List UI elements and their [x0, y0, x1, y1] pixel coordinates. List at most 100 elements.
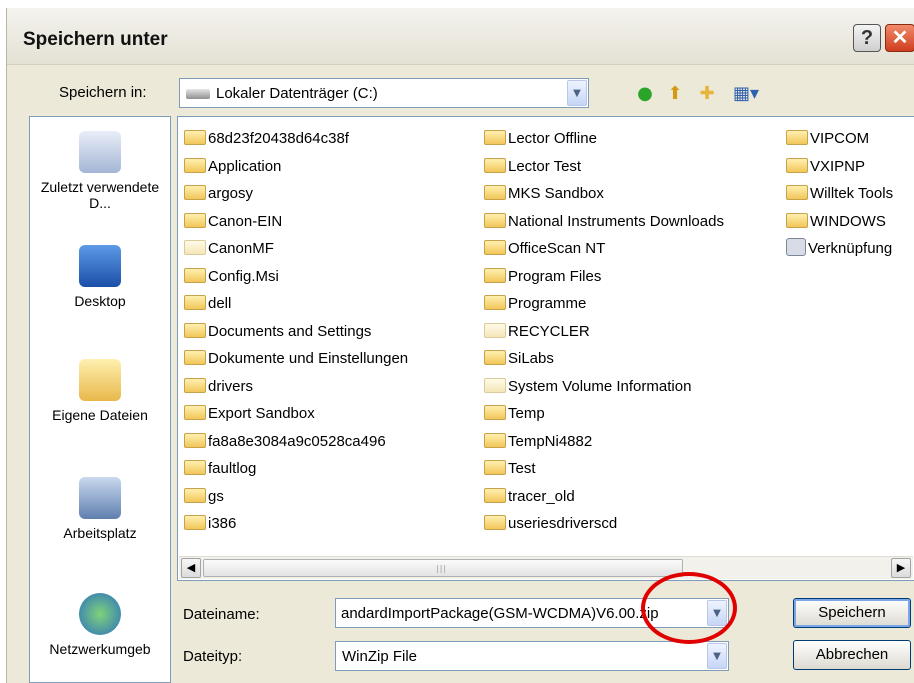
folder-icon — [184, 267, 206, 283]
list-item[interactable]: Dokumente und Einstellungen — [184, 345, 408, 373]
folder-icon — [484, 185, 506, 200]
scroll-right-icon[interactable]: ▶ — [891, 558, 911, 578]
list-item[interactable]: 68d23f20438d64c38f — [184, 125, 408, 153]
list-item[interactable]: Application — [184, 153, 408, 181]
list-item[interactable]: Verknüpfung — [786, 235, 893, 263]
shortcut-icon — [786, 238, 806, 256]
place-label: Zuletzt verwendete D... — [40, 179, 160, 211]
folder-icon — [484, 212, 506, 228]
list-item[interactable]: Program Files — [484, 263, 724, 291]
list-item[interactable]: gs — [184, 483, 408, 511]
save-as-dialog: Speichern unter ? ✕ Speichern in: Lokale… — [6, 8, 914, 683]
list-item[interactable]: Programme — [484, 290, 724, 318]
list-item[interactable]: tracer_old — [484, 483, 724, 511]
folder-icon — [184, 432, 206, 448]
new-folder-icon[interactable]: ✚ — [695, 82, 719, 106]
folder-icon — [184, 185, 206, 200]
folder-icon — [786, 212, 808, 228]
back-icon[interactable]: ● — [633, 82, 657, 106]
save-button[interactable]: Speichern — [793, 598, 911, 628]
list-item[interactable]: Lector Offline — [484, 125, 724, 153]
place-network[interactable]: Netzwerkumgeb — [30, 593, 170, 657]
list-item[interactable]: National Instruments Downloads — [484, 208, 724, 236]
folder-icon — [786, 130, 808, 145]
list-item[interactable]: Willtek Tools — [786, 180, 893, 208]
list-item[interactable]: Temp — [484, 400, 724, 428]
view-menu-icon[interactable]: ▦▾ — [729, 82, 763, 106]
list-item[interactable]: i386 — [184, 510, 408, 538]
save-in-label: Speichern in: — [59, 84, 147, 101]
folder-icon — [484, 432, 506, 448]
folder-icon — [184, 157, 206, 173]
file-list[interactable]: 68d23f20438d64c38f Application argosy Ca… — [177, 116, 914, 581]
horizontal-scrollbar[interactable]: ◀ ||| ▶ — [179, 556, 913, 579]
list-item[interactable]: Lector Test — [484, 153, 724, 181]
list-item[interactable]: System Volume Information — [484, 373, 724, 401]
list-item[interactable]: Config.Msi — [184, 263, 408, 291]
folder-icon — [184, 212, 206, 228]
up-folder-icon[interactable]: ⬆ — [663, 82, 687, 106]
list-item[interactable]: useriesdriverscd — [484, 510, 724, 538]
place-label: Netzwerkumgeb — [49, 641, 151, 657]
save-in-value: Lokaler Datenträger (C:) — [216, 85, 378, 102]
place-my-computer[interactable]: Arbeitsplatz — [30, 477, 170, 541]
folder-icon — [184, 295, 206, 310]
title-bar[interactable]: Speichern unter ? ✕ — [7, 8, 914, 65]
list-item[interactable]: SiLabs — [484, 345, 724, 373]
folder-icon — [484, 322, 506, 338]
filename-input[interactable]: andardImportPackage(GSM-WCDMA)V6.00.zip — [341, 605, 659, 622]
list-item[interactable]: Export Sandbox — [184, 400, 408, 428]
filename-label: Dateiname: — [183, 606, 260, 623]
hard-drive-icon — [186, 89, 210, 100]
scroll-left-icon[interactable]: ◀ — [181, 558, 201, 578]
folder-icon — [184, 515, 206, 530]
filetype-combobox[interactable]: WinZip File ▼ — [335, 641, 729, 671]
folder-icon — [786, 157, 808, 173]
folder-icon — [484, 295, 506, 310]
folder-icon — [484, 267, 506, 283]
close-button[interactable]: ✕ — [885, 24, 914, 52]
folder-icon — [484, 240, 506, 255]
filetype-value: WinZip File — [342, 648, 418, 665]
list-item[interactable]: drivers — [184, 373, 408, 401]
place-recent[interactable]: Zuletzt verwendete D... — [30, 131, 170, 211]
list-item[interactable]: Canon-EIN — [184, 208, 408, 236]
list-item[interactable]: dell — [184, 290, 408, 318]
my-documents-icon — [79, 359, 121, 401]
list-item[interactable]: argosy — [184, 180, 408, 208]
list-item[interactable]: VXIPNP — [786, 153, 893, 181]
list-item[interactable]: OfficeScan NT — [484, 235, 724, 263]
list-item[interactable]: Documents and Settings — [184, 318, 408, 346]
cancel-button[interactable]: Abbrechen — [793, 640, 911, 670]
list-item[interactable]: TempNi4882 — [484, 428, 724, 456]
list-item[interactable]: faultlog — [184, 455, 408, 483]
list-item[interactable]: RECYCLER — [484, 318, 724, 346]
chevron-down-icon[interactable]: ▼ — [707, 643, 727, 669]
grip-icon: ||| — [436, 564, 448, 573]
save-in-combobox[interactable]: Lokaler Datenträger (C:) ▼ — [179, 78, 589, 108]
chevron-down-icon[interactable]: ▼ — [567, 80, 587, 106]
folder-icon — [184, 350, 206, 365]
place-desktop[interactable]: Desktop — [30, 245, 170, 309]
place-label: Desktop — [74, 293, 126, 309]
folder-icon — [484, 157, 506, 173]
list-item[interactable]: MKS Sandbox — [484, 180, 724, 208]
list-item[interactable]: fa8a8e3084a9c0528ca496 — [184, 428, 408, 456]
list-item[interactable]: VIPCOM — [786, 125, 893, 153]
folder-icon — [184, 460, 206, 475]
scrollbar-thumb[interactable]: ||| — [203, 559, 683, 577]
folder-icon — [184, 377, 206, 393]
list-item[interactable]: CanonMF — [184, 235, 408, 263]
list-item[interactable]: Test — [484, 455, 724, 483]
help-button[interactable]: ? — [853, 24, 881, 52]
folder-icon — [484, 460, 506, 475]
place-my-documents[interactable]: Eigene Dateien — [30, 359, 170, 423]
recent-documents-icon — [79, 131, 121, 173]
window-title: Speichern unter — [23, 29, 168, 50]
list-item[interactable]: WINDOWS — [786, 208, 893, 236]
folder-icon — [484, 515, 506, 530]
desktop-icon — [79, 245, 121, 287]
folder-icon — [786, 185, 808, 200]
folder-icon — [184, 130, 206, 145]
folder-icon — [184, 487, 206, 503]
